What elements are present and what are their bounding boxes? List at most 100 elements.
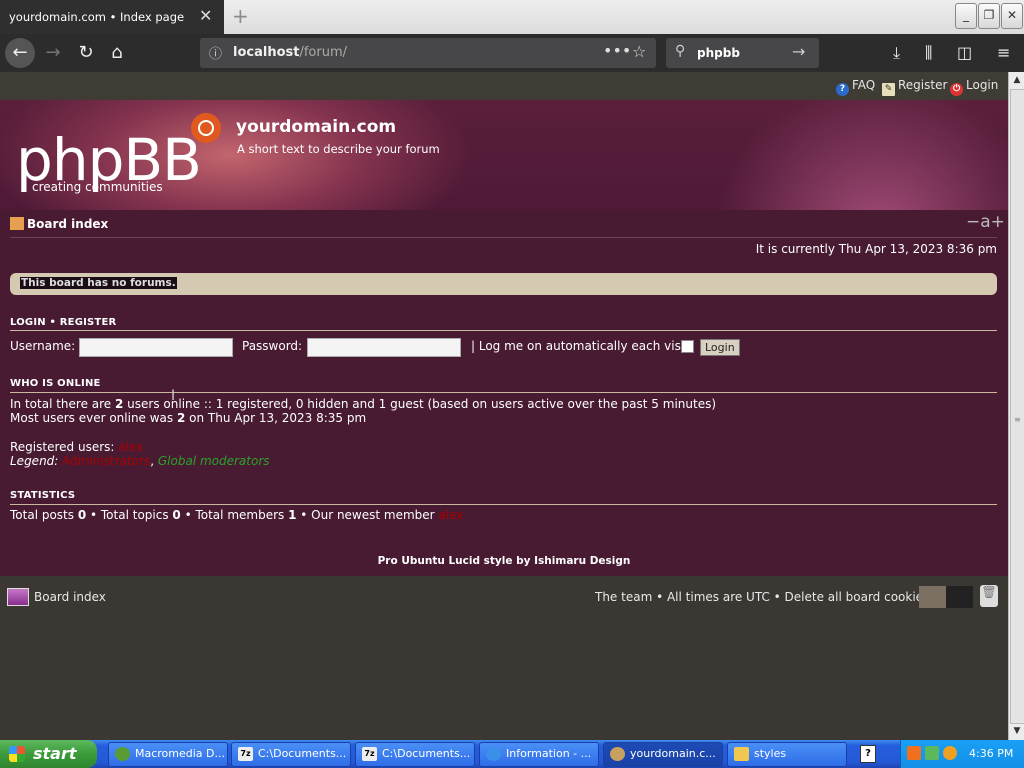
task-7zip-1[interactable]: 7z C:\Documents...	[231, 742, 351, 767]
faq-link[interactable]: ? FAQ	[836, 78, 875, 96]
search-input[interactable]: phpbb	[697, 46, 740, 60]
browser-tab-bar: yourdomain.com • Index page ✕ + _ ❐ ✕	[0, 0, 1024, 34]
logo-tagline: creating communities	[32, 180, 163, 194]
legend-label: Legend:	[10, 454, 63, 468]
start-button[interactable]: start	[0, 740, 97, 768]
forum-main: Board index −a+ It is currently Thu Apr …	[0, 210, 1008, 576]
browser-tab[interactable]: yourdomain.com • Index page ✕	[0, 0, 224, 34]
font-size-control[interactable]: −a+	[966, 212, 1005, 232]
task-label: styles	[754, 747, 787, 760]
new-tab-button[interactable]: +	[232, 4, 249, 28]
task-label: Information - ...	[506, 747, 592, 760]
online-text-pre: In total there are	[10, 397, 115, 411]
sidebar-icon[interactable]: ◫	[957, 43, 972, 62]
library-icon[interactable]: ⫼	[925, 43, 932, 63]
tab-title: yourdomain.com • Index page	[9, 10, 185, 24]
close-window-button[interactable]: ✕	[1001, 3, 1023, 29]
back-button[interactable]: ←	[5, 38, 35, 68]
task-information[interactable]: Information - ...	[479, 742, 599, 767]
top-links-bar: ? FAQ ✎ Register ⏻ Login	[0, 72, 1008, 100]
task-styles[interactable]: styles	[727, 742, 847, 767]
firefox-icon	[610, 747, 625, 761]
search-tray-icon[interactable]	[943, 746, 957, 760]
faq-label: FAQ	[852, 78, 876, 92]
task-macromedia[interactable]: Macromedia D...	[108, 742, 228, 767]
statistics-text: Total posts 0 • Total topics 0 • Total m…	[10, 508, 463, 522]
registered-users-text: Registered users: alex	[10, 440, 143, 454]
url-text: localhost/forum/	[233, 45, 347, 60]
footer-links[interactable]: The team • All times are UTC • Delete al…	[595, 590, 929, 604]
task-7zip-2[interactable]: 7z C:\Documents...	[355, 742, 475, 767]
power-icon: ⏻	[950, 83, 963, 96]
page-actions-icon[interactable]: •••	[603, 41, 631, 60]
register-link[interactable]: ✎ Register	[882, 78, 947, 96]
url-bar[interactable]: ⓘ localhost/forum/ ••• ☆	[200, 38, 656, 68]
most-users-text: Most users ever online was 2 on Thu Apr …	[10, 411, 366, 425]
url-host: localhost	[233, 45, 300, 60]
help-icon[interactable]: ?	[860, 745, 876, 763]
home-button[interactable]: ⌂	[102, 38, 132, 68]
breadcrumb[interactable]: Board index	[10, 217, 108, 231]
trash-icon[interactable]: 🗑	[980, 585, 998, 607]
board-index-icon	[7, 588, 29, 606]
online-text-post: users online :: 1 registered, 0 hidden a…	[123, 397, 717, 411]
restore-button[interactable]: ❐	[978, 3, 1000, 29]
task-label: yourdomain.c...	[630, 747, 716, 760]
scroll-up-icon[interactable]: ▲	[1009, 72, 1024, 88]
style-swatch-dark[interactable]	[946, 586, 973, 608]
scroll-down-icon[interactable]: ▼	[1009, 723, 1024, 739]
vertical-scrollbar[interactable]: ▲ ≡ ▼	[1008, 72, 1024, 740]
dreamweaver-icon	[115, 747, 130, 761]
task-yourdomain[interactable]: yourdomain.c...	[603, 742, 723, 767]
most-users-post: on Thu Apr 13, 2023 8:35 pm	[185, 411, 367, 425]
login-section-header[interactable]: LOGIN • REGISTER	[10, 317, 116, 328]
minimize-button[interactable]: _	[955, 3, 977, 29]
online-total-text: In total there are 2 users online :: 1 r…	[10, 397, 716, 411]
forward-button[interactable]: →	[38, 38, 68, 68]
login-button[interactable]: Login	[700, 339, 740, 356]
register-label: Register	[898, 78, 948, 92]
divider	[10, 504, 997, 505]
scroll-thumb[interactable]: ≡	[1010, 89, 1024, 724]
style-credit[interactable]: Pro Ubuntu Lucid style by Ishimaru Desig…	[0, 555, 1008, 567]
who-is-online-header[interactable]: WHO IS ONLINE	[10, 378, 101, 389]
register-icon: ✎	[882, 83, 895, 96]
topics-count: 0	[172, 508, 181, 522]
current-time: It is currently Thu Apr 13, 2023 8:36 pm	[755, 242, 997, 256]
members-label: • Total members	[180, 508, 289, 522]
autologin-checkbox[interactable]	[681, 340, 694, 353]
divider	[10, 237, 997, 238]
web-page: ? FAQ ✎ Register ⏻ Login phpBB creating com…	[0, 72, 1008, 740]
ie-icon	[486, 747, 501, 761]
login-link[interactable]: ⏻ Login	[950, 78, 998, 96]
topics-label: • Total topics	[86, 508, 173, 522]
search-go-icon[interactable]: →	[792, 42, 805, 61]
xampp-icon[interactable]	[907, 746, 921, 760]
legend-moderators-link[interactable]: Global moderators	[158, 454, 270, 468]
registered-user-link[interactable]: alex	[118, 440, 143, 454]
password-field[interactable]	[307, 338, 461, 357]
legend-administrators-link[interactable]: Administrators	[62, 454, 150, 468]
reload-button[interactable]: ↻	[71, 38, 101, 68]
search-bar[interactable]: ⚲ phpbb →	[666, 38, 819, 68]
bookmark-star-icon[interactable]: ☆	[632, 42, 646, 61]
browser-toolbar: ← → ↻ ⌂ ⓘ localhost/forum/ ••• ☆ ⚲ phpbb…	[0, 34, 1024, 72]
menu-icon[interactable]: ≡	[997, 43, 1010, 62]
help-icon: ?	[836, 83, 849, 96]
divider	[10, 392, 997, 393]
site-info-icon[interactable]: ⓘ	[209, 43, 222, 62]
home-icon	[10, 217, 24, 230]
task-label: C:\Documents...	[382, 747, 471, 760]
footer-board-index-link[interactable]: Board index	[34, 590, 106, 604]
windows-logo-icon	[9, 746, 25, 762]
tab-close-icon[interactable]: ✕	[199, 6, 212, 25]
newest-member-link[interactable]: alex	[438, 508, 463, 522]
network-icon[interactable]	[925, 746, 939, 760]
grip-icon: ≡	[1014, 415, 1021, 424]
legend-text: Legend: Administrators, Global moderator…	[10, 454, 270, 468]
7zip-icon: 7z	[238, 747, 253, 761]
posts-label: Total posts	[10, 508, 78, 522]
style-swatch-light[interactable]	[919, 586, 946, 608]
username-field[interactable]	[79, 338, 233, 357]
downloads-icon[interactable]: ⤓	[893, 43, 900, 63]
